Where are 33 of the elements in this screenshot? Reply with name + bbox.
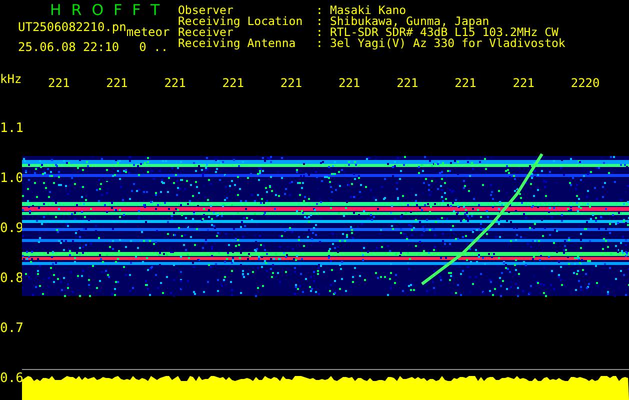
status-value: 0 .. <box>139 42 168 53</box>
frequency-label: 1.1 <box>0 122 22 136</box>
info-colon: : <box>316 38 323 49</box>
info-value: Masaki Kano <box>330 5 406 16</box>
info-colon: : <box>316 5 323 16</box>
info-label: Observer <box>178 5 234 16</box>
time-label: 2220 <box>570 78 601 88</box>
time-label: 221 <box>338 78 362 88</box>
frequency-label: 0.9 <box>0 222 22 236</box>
time-label: 221 <box>48 78 71 88</box>
info-label: Receiving Location <box>178 16 304 27</box>
time-label: 221 <box>280 78 304 88</box>
info-value: RTL-SDR SDR# 43dB L15 103.2MHz CW <box>330 27 558 38</box>
info-colon: : <box>316 27 323 38</box>
time-label: 221 <box>164 78 187 88</box>
axis-unit: kHz <box>0 74 22 85</box>
info-colon: : <box>316 16 323 27</box>
file-name: UT2506082210.pn <box>18 22 126 36</box>
app-title: HROFFT <box>49 0 171 18</box>
info-value: Shibukawa, Gunma, Japan <box>330 16 490 27</box>
time-label: 221 <box>106 78 129 88</box>
info-label: Receiver <box>178 27 234 38</box>
file-tag: meteor <box>126 27 170 38</box>
frequency-label: 0.7 <box>0 322 22 336</box>
date-time: 25.06.08 22:10 <box>18 42 120 53</box>
time-label: 221 <box>512 78 536 88</box>
time-label: 221 <box>454 78 478 88</box>
frequency-label: 0.8 <box>0 272 22 286</box>
frequency-label: 0.6 <box>0 372 22 386</box>
info-value: 3el Yagi(V) Az 330 for Vladivostok <box>330 38 566 49</box>
time-label: 221 <box>396 78 420 88</box>
info-label: Receiving Antenna <box>178 38 297 49</box>
time-label: 221 <box>222 78 245 88</box>
